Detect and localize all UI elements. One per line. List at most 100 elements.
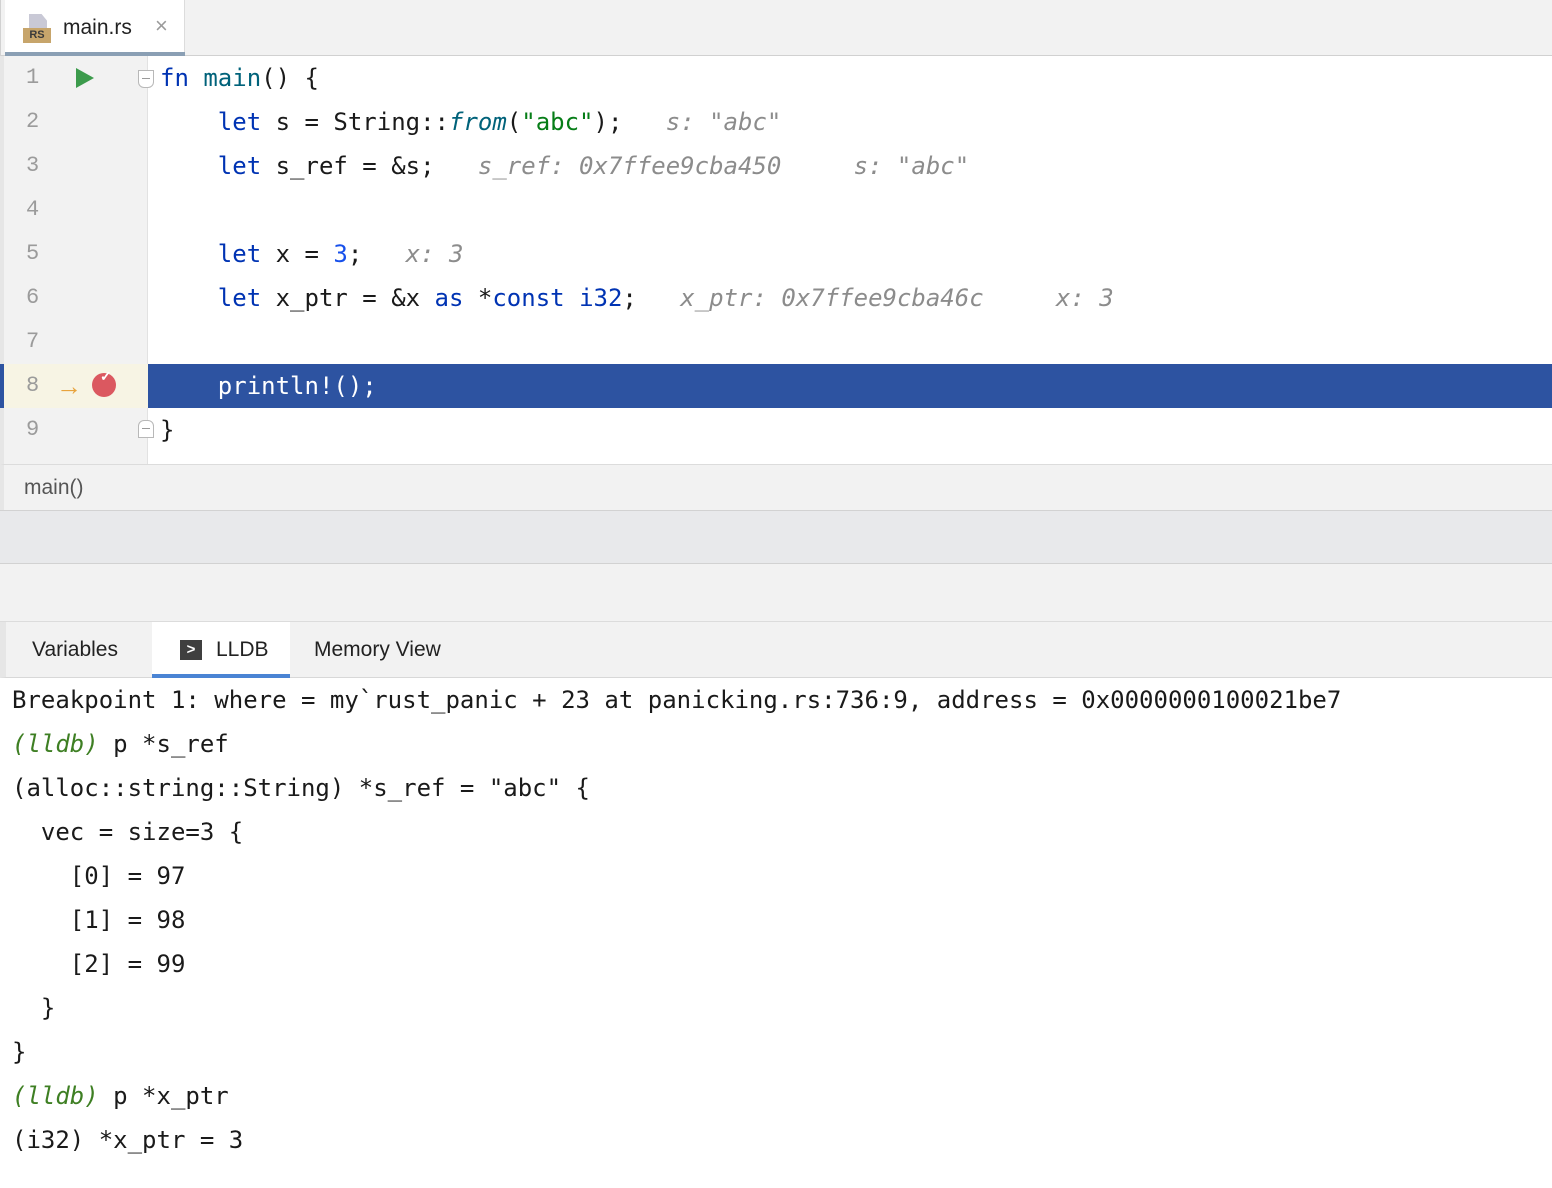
inline-value-hint: x: 3 bbox=[362, 240, 464, 268]
line-number: 3 bbox=[26, 153, 40, 178]
breadcrumb-item[interactable]: main() bbox=[24, 476, 84, 500]
tab-variables[interactable]: Variables bbox=[32, 622, 152, 678]
code-token: ( bbox=[506, 108, 522, 136]
code-token: x = bbox=[261, 240, 334, 268]
lldb-prompt: (lldb) bbox=[12, 730, 99, 758]
code-token: from bbox=[449, 108, 507, 136]
code-token: as bbox=[434, 284, 464, 312]
code-line[interactable]: 1 fn main() { bbox=[0, 56, 1552, 100]
console-text: (i32) *x_ptr = 3 bbox=[12, 1126, 244, 1154]
panel-separator bbox=[0, 510, 1552, 564]
code-token: x_ptr = &x bbox=[261, 284, 435, 312]
code-line[interactable]: 4 bbox=[0, 188, 1552, 232]
tab-main-rs[interactable]: RS main.rs × bbox=[5, 0, 185, 56]
tab-memory-view[interactable]: Memory View bbox=[314, 622, 474, 678]
code-token: s = String:: bbox=[261, 108, 449, 136]
console-text: (alloc::string::String) *s_ref = "abc" { bbox=[12, 774, 590, 802]
line-number: 4 bbox=[26, 197, 40, 222]
code-line[interactable]: 7 bbox=[0, 320, 1552, 364]
fold-end-icon[interactable] bbox=[138, 420, 154, 438]
code-token: let bbox=[217, 284, 262, 312]
console-text: [1] = 98 bbox=[12, 906, 186, 934]
console-line: vec = size=3 { bbox=[12, 810, 243, 854]
code-token: fn bbox=[160, 64, 189, 92]
tab-variables-label: Variables bbox=[32, 638, 118, 661]
console-line: } bbox=[12, 986, 55, 1030]
terminal-icon: > bbox=[180, 640, 202, 660]
debug-tabs: Variables > LLDB Memory View bbox=[0, 622, 1552, 678]
code-line[interactable]: 9} bbox=[0, 408, 1552, 452]
console-line: (lldb) p *s_ref bbox=[12, 722, 229, 766]
tab-lldb-label: LLDB bbox=[216, 638, 269, 661]
tab-memory-view-label: Memory View bbox=[314, 638, 441, 661]
code-token: i32 bbox=[579, 284, 623, 312]
code-token: () { bbox=[261, 64, 319, 92]
close-icon[interactable]: × bbox=[155, 14, 168, 38]
code-line[interactable]: 2 let s = String::from("abc"); s: "abc" bbox=[0, 100, 1552, 144]
code-token: * bbox=[463, 284, 493, 312]
console-text: [0] = 97 bbox=[12, 862, 186, 890]
code-text[interactable]: let x = 3; x: 3 bbox=[160, 232, 464, 276]
console-text: [2] = 99 bbox=[12, 950, 186, 978]
code-token: let bbox=[217, 152, 262, 180]
code-token: let bbox=[217, 108, 262, 136]
code-text[interactable]: let s_ref = &s; s_ref: 0x7ffee9cba450 s:… bbox=[160, 144, 969, 188]
code-line-current[interactable]: 8 → ✓ println!(); bbox=[0, 364, 1552, 408]
rust-file-icon: RS bbox=[23, 14, 53, 44]
run-icon[interactable] bbox=[76, 68, 94, 88]
code-text[interactable]: let s = String::from("abc"); s: "abc" bbox=[160, 100, 782, 144]
inline-value-hint: s: "abc" bbox=[622, 108, 782, 136]
console-line: [0] = 97 bbox=[12, 854, 186, 898]
console-text: Breakpoint 1: where = my`rust_panic + 23… bbox=[12, 686, 1342, 714]
code-token: 3 bbox=[333, 240, 348, 268]
breadcrumb[interactable]: main() bbox=[0, 464, 1552, 510]
code-line[interactable]: 6 let x_ptr = &x as *const i32; x_ptr: 0… bbox=[0, 276, 1552, 320]
console-line: [2] = 99 bbox=[12, 942, 186, 986]
console-line: } bbox=[12, 1030, 26, 1074]
tab-label: main.rs bbox=[63, 16, 132, 39]
code-line[interactable]: 5 let x = 3; x: 3 bbox=[0, 232, 1552, 276]
editor-tab-bar: RS main.rs × bbox=[0, 0, 1552, 56]
console-line: Breakpoint 1: where = my`rust_panic + 23… bbox=[12, 678, 1341, 722]
code-token: ; bbox=[622, 284, 637, 312]
debug-toolbar bbox=[0, 564, 1552, 622]
code-text[interactable]: fn main() { bbox=[160, 56, 319, 100]
line-number: 5 bbox=[26, 241, 40, 266]
line-number: 6 bbox=[26, 285, 40, 310]
console-text: } bbox=[12, 994, 56, 1022]
code-line[interactable]: 3 let s_ref = &s; s_ref: 0x7ffee9cba450 … bbox=[0, 144, 1552, 188]
breakpoint-check-icon: ✓ bbox=[100, 368, 112, 384]
code-token: ; bbox=[347, 240, 363, 268]
code-text[interactable]: println!(); bbox=[160, 364, 377, 408]
console-line: (lldb) p *x_ptr bbox=[12, 1074, 229, 1118]
console-text: } bbox=[12, 1038, 27, 1066]
console-line: [1] = 98 bbox=[12, 898, 186, 942]
inline-value-hint: x_ptr: 0x7ffee9cba46c x: 3 bbox=[636, 284, 1114, 312]
code-text[interactable]: } bbox=[160, 408, 174, 452]
console-line: (i32) *x_ptr = 3 bbox=[12, 1118, 243, 1162]
inline-value-hint: s_ref: 0x7ffee9cba450 s: "abc" bbox=[434, 152, 970, 180]
line-number: 2 bbox=[26, 109, 40, 134]
lldb-prompt: (lldb) bbox=[12, 1082, 99, 1110]
tab-lldb[interactable]: > LLDB bbox=[152, 622, 290, 678]
code-token: main bbox=[203, 64, 262, 92]
fold-icon[interactable] bbox=[138, 70, 154, 88]
code-token: const bbox=[492, 284, 565, 312]
line-number: 7 bbox=[26, 329, 40, 354]
code-token: s_ref = &s; bbox=[261, 152, 435, 180]
lldb-console[interactable]: Breakpoint 1: where = my`rust_panic + 23… bbox=[0, 678, 1552, 1188]
execution-point-arrow-icon: → bbox=[56, 371, 82, 401]
console-text: p *x_ptr bbox=[98, 1082, 229, 1110]
code-text[interactable]: let x_ptr = &x as *const i32; x_ptr: 0x7… bbox=[160, 276, 1114, 320]
line-number: 9 bbox=[26, 417, 40, 442]
line-number: 1 bbox=[26, 65, 40, 90]
console-text: p *s_ref bbox=[98, 730, 229, 758]
console-line: (alloc::string::String) *s_ref = "abc" { bbox=[12, 766, 590, 810]
code-token: let bbox=[217, 240, 262, 268]
